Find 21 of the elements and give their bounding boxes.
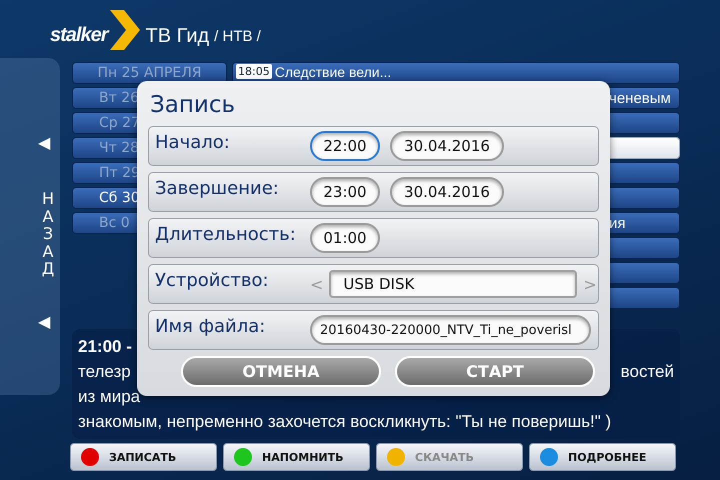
back-label: НАЗАД — [40, 190, 56, 278]
description-text: телезр — [78, 362, 131, 382]
left-arrow-icon: ◀ — [38, 134, 50, 152]
field-label: Завершение: — [155, 178, 279, 199]
field-label: Начало: — [155, 132, 230, 153]
description-text: востей — [620, 362, 674, 382]
field-label: Имя файла: — [155, 316, 266, 337]
breadcrumb: / НТВ / — [214, 27, 261, 47]
program-title: Следствие вели... — [274, 64, 392, 80]
logo: stalker — [50, 24, 108, 46]
dialog-title: Запись — [150, 91, 236, 120]
description-text: из мира — [78, 386, 140, 406]
description-text: 21:00 - — [78, 336, 132, 356]
field-label: Длительность: — [155, 224, 296, 245]
left-arrow-icon: ◀ — [38, 313, 50, 331]
time-badge: 18:05 — [236, 64, 272, 79]
page-title: ТВ Гид — [146, 24, 210, 48]
description-text: знакомым, непременно захочется воскликнуть: "Ты не поверишь!" ) — [78, 412, 612, 432]
field-label: Устройство: — [155, 270, 269, 291]
program-title: ченевым — [609, 90, 671, 106]
program-title: ия — [609, 214, 626, 232]
